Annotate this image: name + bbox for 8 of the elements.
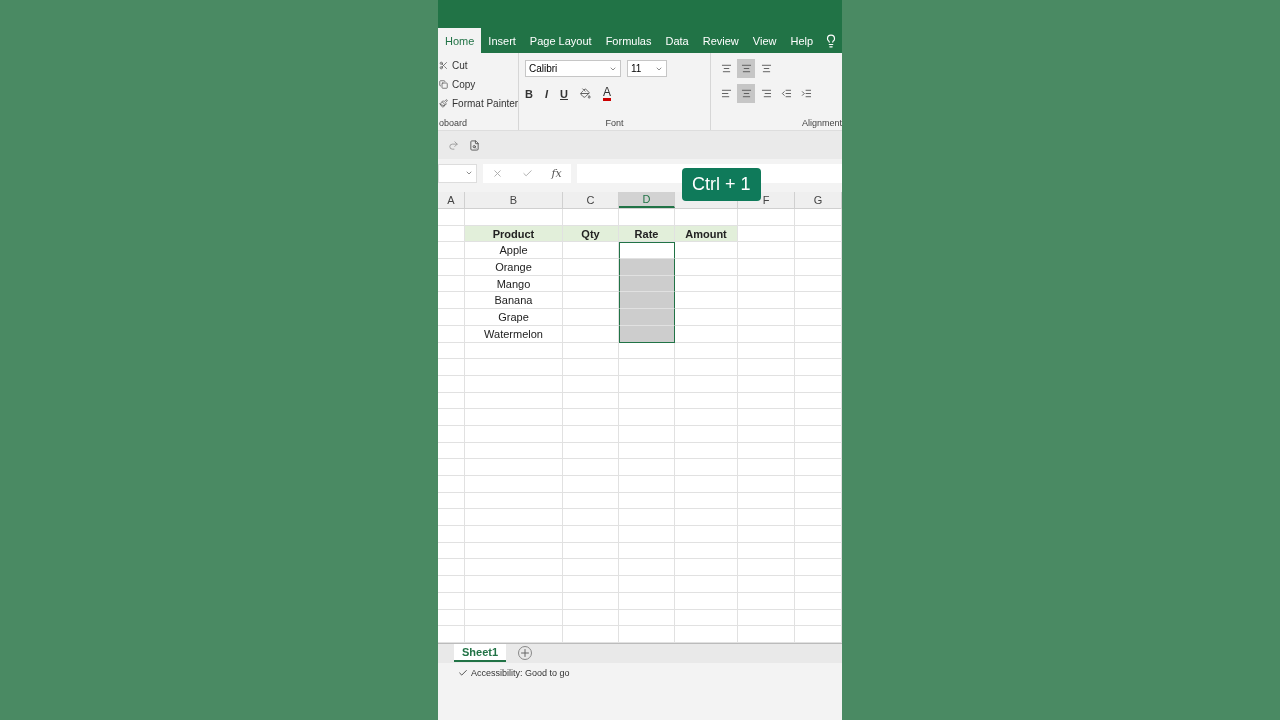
group-label: oboard [439, 118, 469, 128]
table-cell: Grape [465, 309, 563, 326]
shortcut-toast: Ctrl + 1 [682, 168, 761, 201]
group-label: Font [604, 118, 625, 128]
table-cell: Banana [465, 292, 563, 310]
group-label: Alignment [800, 118, 842, 128]
table-cell: Orange [465, 259, 563, 276]
table-cell: Apple [465, 242, 563, 260]
